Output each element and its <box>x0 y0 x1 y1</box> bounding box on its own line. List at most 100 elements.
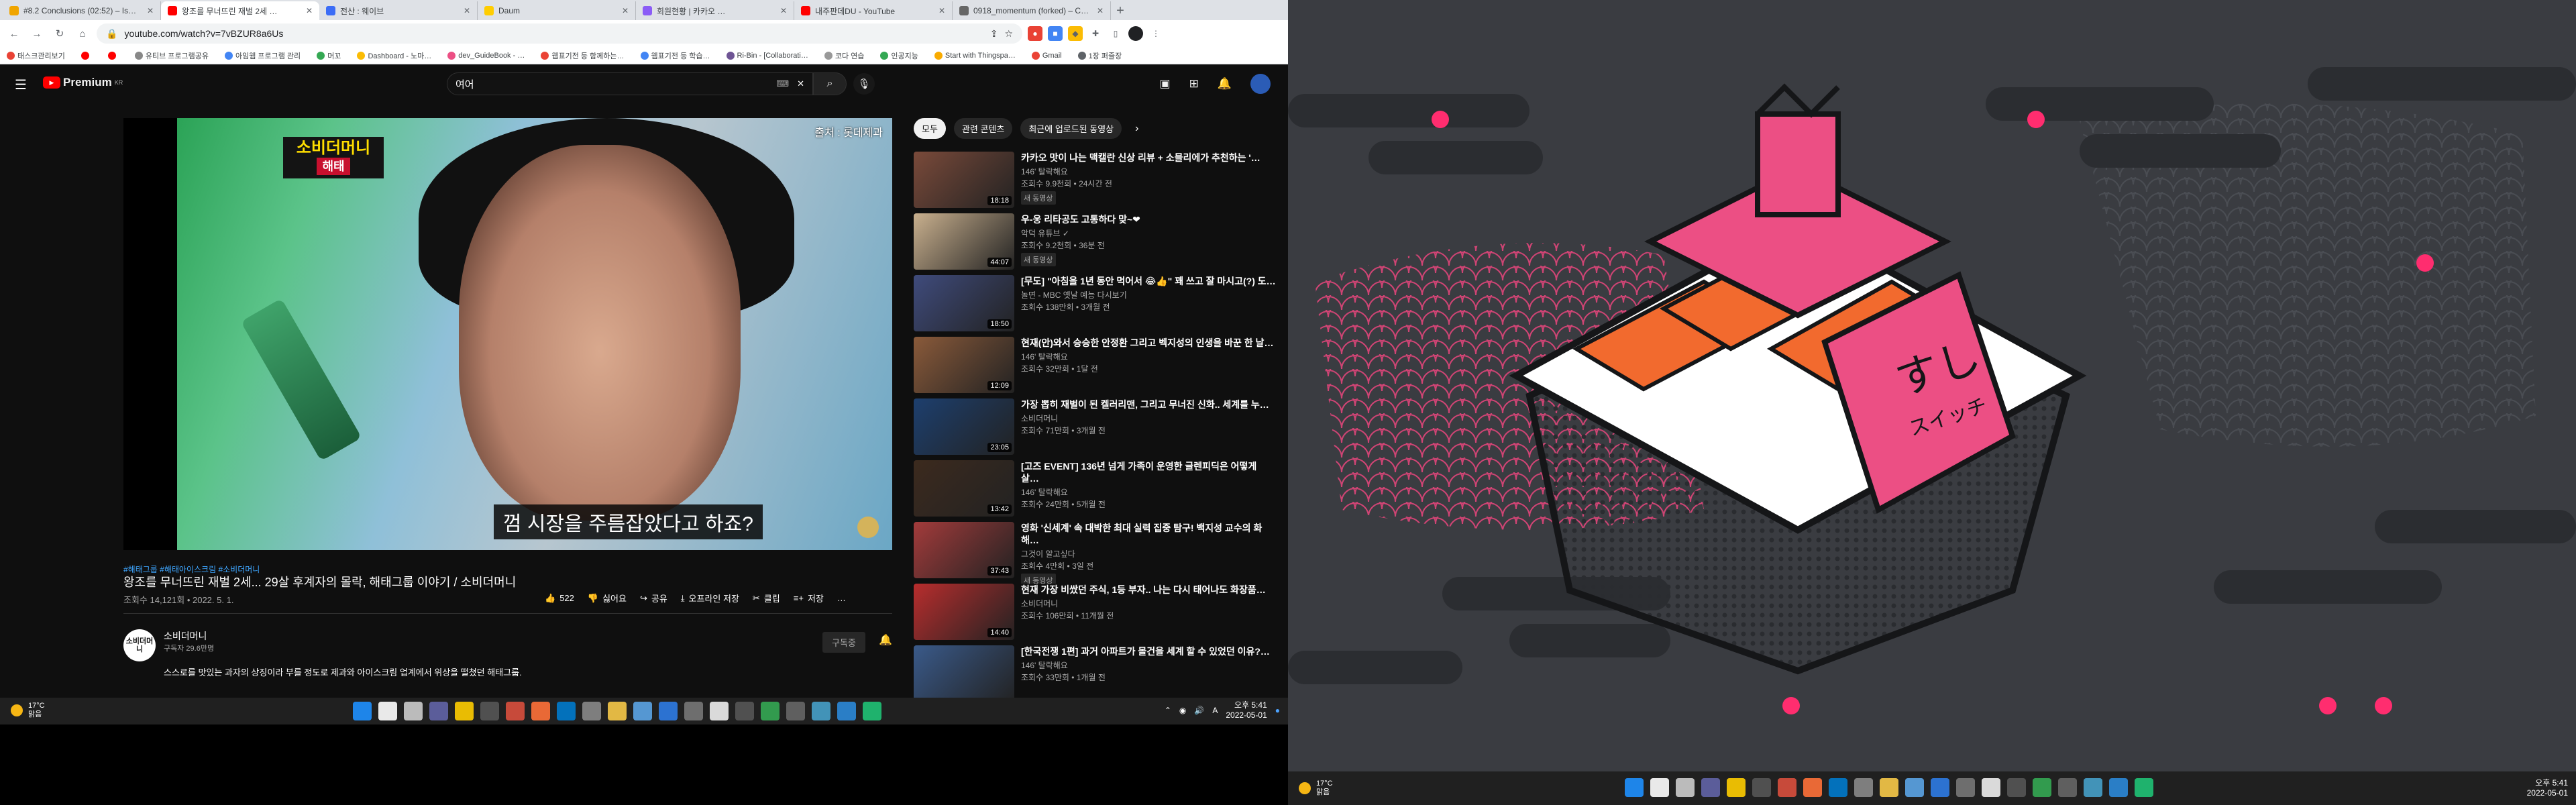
video-thumbnail[interactable]: 12:09 <box>914 337 1014 393</box>
share-icon[interactable]: ⇪ <box>990 28 998 40</box>
tab-close-icon[interactable]: ✕ <box>147 6 154 15</box>
video-thumbnail[interactable]: 44:07 <box>914 213 1014 270</box>
home-button[interactable]: ⌂ <box>74 28 91 40</box>
video-thumbnail[interactable]: 18:18 <box>914 152 1014 208</box>
clip-button[interactable]: ✂ 클립 <box>753 592 780 604</box>
create-video-icon[interactable]: ▣ <box>1160 77 1171 91</box>
bookmark-item[interactable]: Gmail <box>1031 51 1062 60</box>
right-clock[interactable]: 오후 5:41 2022-05-01 <box>2527 778 2568 798</box>
recommended-video[interactable]: [한국전쟁 1편] 과거 아파트가 몰건을 세계 할 수 있었던 이유?… 146… <box>914 645 1276 698</box>
filter-chip[interactable]: 모두 <box>914 118 946 139</box>
app-icon[interactable] <box>582 702 601 720</box>
terminal-icon[interactable] <box>2007 778 2026 797</box>
search-input[interactable]: 여어 ⌨ ✕ <box>447 72 813 95</box>
reload-button[interactable]: ↻ <box>51 28 68 40</box>
bookmark-item[interactable]: Ri-Bin - [Collaborati… <box>726 51 808 60</box>
recommended-video[interactable]: 14:40 현재 가장 비쌌던 주식, 1등 부자.. 나는 다시 태어나도 화장… <box>914 584 1276 645</box>
video-thumbnail[interactable]: 37:43 <box>914 522 1014 578</box>
tab-close-icon[interactable]: ✕ <box>938 6 945 15</box>
task-view-icon[interactable] <box>1676 778 1695 797</box>
bookmark-item[interactable] <box>107 51 119 60</box>
notion-icon[interactable] <box>710 702 729 720</box>
apps-grid-icon[interactable]: ⊞ <box>1189 77 1199 91</box>
chrome-menu-icon[interactable]: ⋮ <box>1148 26 1163 41</box>
back-button[interactable]: ← <box>5 28 23 40</box>
clear-icon[interactable]: ✕ <box>797 78 804 89</box>
channel-bell-icon[interactable]: 🔔 <box>879 633 892 647</box>
bookmark-item[interactable]: 웹표기전 등 학습… <box>640 50 710 61</box>
task-view-icon[interactable] <box>404 702 423 720</box>
bookmark-item[interactable]: 코다 연습 <box>824 50 864 61</box>
extension-icon[interactable]: ■ <box>1048 26 1063 41</box>
filter-chip[interactable]: 관련 콘텐츠 <box>953 118 1013 139</box>
channel-name[interactable]: 소비더머니 <box>164 629 207 643</box>
browser-tab[interactable]: 왕조를 무너뜨린 재벌 2세 … ✕ <box>161 1 319 20</box>
account-avatar[interactable] <box>1250 74 1271 94</box>
dislike-button[interactable]: 👎 싫어요 <box>588 592 627 604</box>
app-icon[interactable] <box>2109 778 2128 797</box>
file-explorer-icon[interactable] <box>608 702 627 720</box>
tab-close-icon[interactable]: ✕ <box>306 6 313 15</box>
side-panel-icon[interactable]: ▯ <box>1108 26 1123 41</box>
network-icon[interactable]: ◉ <box>1179 706 1186 715</box>
ime-icon[interactable]: A <box>1212 706 1218 715</box>
like-button[interactable]: 👍 522 <box>545 593 574 604</box>
bookmark-item[interactable]: 인공지능 <box>880 50 918 61</box>
tab-close-icon[interactable]: ✕ <box>622 6 629 15</box>
keyboard-icon[interactable]: ⌨ <box>776 78 789 89</box>
terminal-icon[interactable] <box>735 702 754 720</box>
volume-icon[interactable]: 🔊 <box>1194 706 1204 715</box>
youtube-logo[interactable]: ▶ Premium KR <box>43 76 123 89</box>
photos-icon[interactable] <box>1905 778 1924 797</box>
app-icon[interactable] <box>863 702 881 720</box>
offline-save-button[interactable]: ⤓ 오프라인 저장 <box>681 592 739 604</box>
channel-avatar[interactable]: 소비더머니 <box>123 629 156 661</box>
browser-tab[interactable]: 내주판데DU - YouTube ✕ <box>794 1 953 20</box>
video-thumbnail[interactable]: 14:40 <box>914 584 1014 640</box>
firefox-icon[interactable] <box>531 702 550 720</box>
browser-tab[interactable]: Daum ✕ <box>478 1 636 20</box>
browser-tab[interactable]: 0918_momentum (forked) – Co… ✕ <box>953 1 1111 20</box>
search-icon[interactable] <box>1650 778 1669 797</box>
address-bar[interactable]: 🔒 youtube.com/watch?v=7vBZUR8a6Us ⇪ ☆ <box>97 23 1022 44</box>
kakaotalk-icon[interactable] <box>1727 778 1746 797</box>
notification-icon[interactable]: ● <box>1275 706 1280 715</box>
app-icon[interactable] <box>2084 778 2102 797</box>
video-thumbnail[interactable]: 18:50 <box>914 275 1014 331</box>
menu-icon[interactable]: ☰ <box>15 76 27 93</box>
notifications-bell-icon[interactable]: 🔔 <box>1218 77 1232 91</box>
extension-icon[interactable]: ◆ <box>1068 26 1083 41</box>
save-button[interactable]: ≡+ 저장 <box>794 592 824 604</box>
app-icon[interactable] <box>837 702 856 720</box>
right-weather-widget[interactable]: 17°C 맑음 <box>1299 780 1333 797</box>
app-icon[interactable] <box>1854 778 1873 797</box>
recommended-video[interactable]: 18:50 [무도] "아침을 1년 동안 먹어서 😂👍" 꽤 쓰고 잘 마시고(… <box>914 275 1276 337</box>
video-thumbnail[interactable]: 13:42 <box>914 460 1014 517</box>
teams-icon[interactable] <box>1701 778 1720 797</box>
bookmark-star-icon[interactable]: ☆ <box>1004 28 1013 40</box>
recommended-video[interactable]: 37:43 영화 '신세계' 속 대박한 최대 실력 집중 탐구! 백지성 교수의… <box>914 522 1276 584</box>
teams-icon[interactable] <box>429 702 448 720</box>
app-icon[interactable] <box>786 702 805 720</box>
bookmark-item[interactable]: Start with Thingspa… <box>934 51 1016 60</box>
app-icon[interactable] <box>2135 778 2153 797</box>
browser-tab[interactable]: #8.2 Conclusions (02:52) – Is… ✕ <box>3 1 161 20</box>
chips-next-icon[interactable]: › <box>1135 123 1138 135</box>
recommended-video[interactable]: 18:18 카카오 맛이 나는 맥캘란 신상 리뷰 + 소믈리에가 추천하는 '…… <box>914 152 1276 213</box>
app-icon[interactable] <box>480 702 499 720</box>
app-icon[interactable] <box>506 702 525 720</box>
bookmark-item[interactable]: 웹표기전 등 함께하는… <box>541 50 625 61</box>
windows-start-icon[interactable] <box>1625 778 1644 797</box>
app-icon[interactable] <box>812 702 830 720</box>
kakaotalk-icon[interactable] <box>455 702 474 720</box>
filter-chip[interactable]: 최근에 업로드된 동영상 <box>1020 118 1122 139</box>
vscode-icon[interactable] <box>557 702 576 720</box>
notion-icon[interactable] <box>1982 778 2000 797</box>
bookmark-item[interactable]: 머꼬 <box>317 50 341 61</box>
profile-avatar[interactable] <box>1128 26 1143 41</box>
tab-close-icon[interactable]: ✕ <box>464 6 470 15</box>
share-button[interactable]: ↪ 공유 <box>640 592 667 604</box>
recommended-video[interactable]: 12:09 현재(안)와서 승승한 안정환 그리고 벡지성의 인생을 바꾼 한 날… <box>914 337 1276 398</box>
chrome-icon[interactable] <box>2033 778 2051 797</box>
recommended-video[interactable]: 23:05 가장 뽑히 재벌이 된 켈러리맨, 그리고 무너진 신화.. 세계를 … <box>914 398 1276 460</box>
